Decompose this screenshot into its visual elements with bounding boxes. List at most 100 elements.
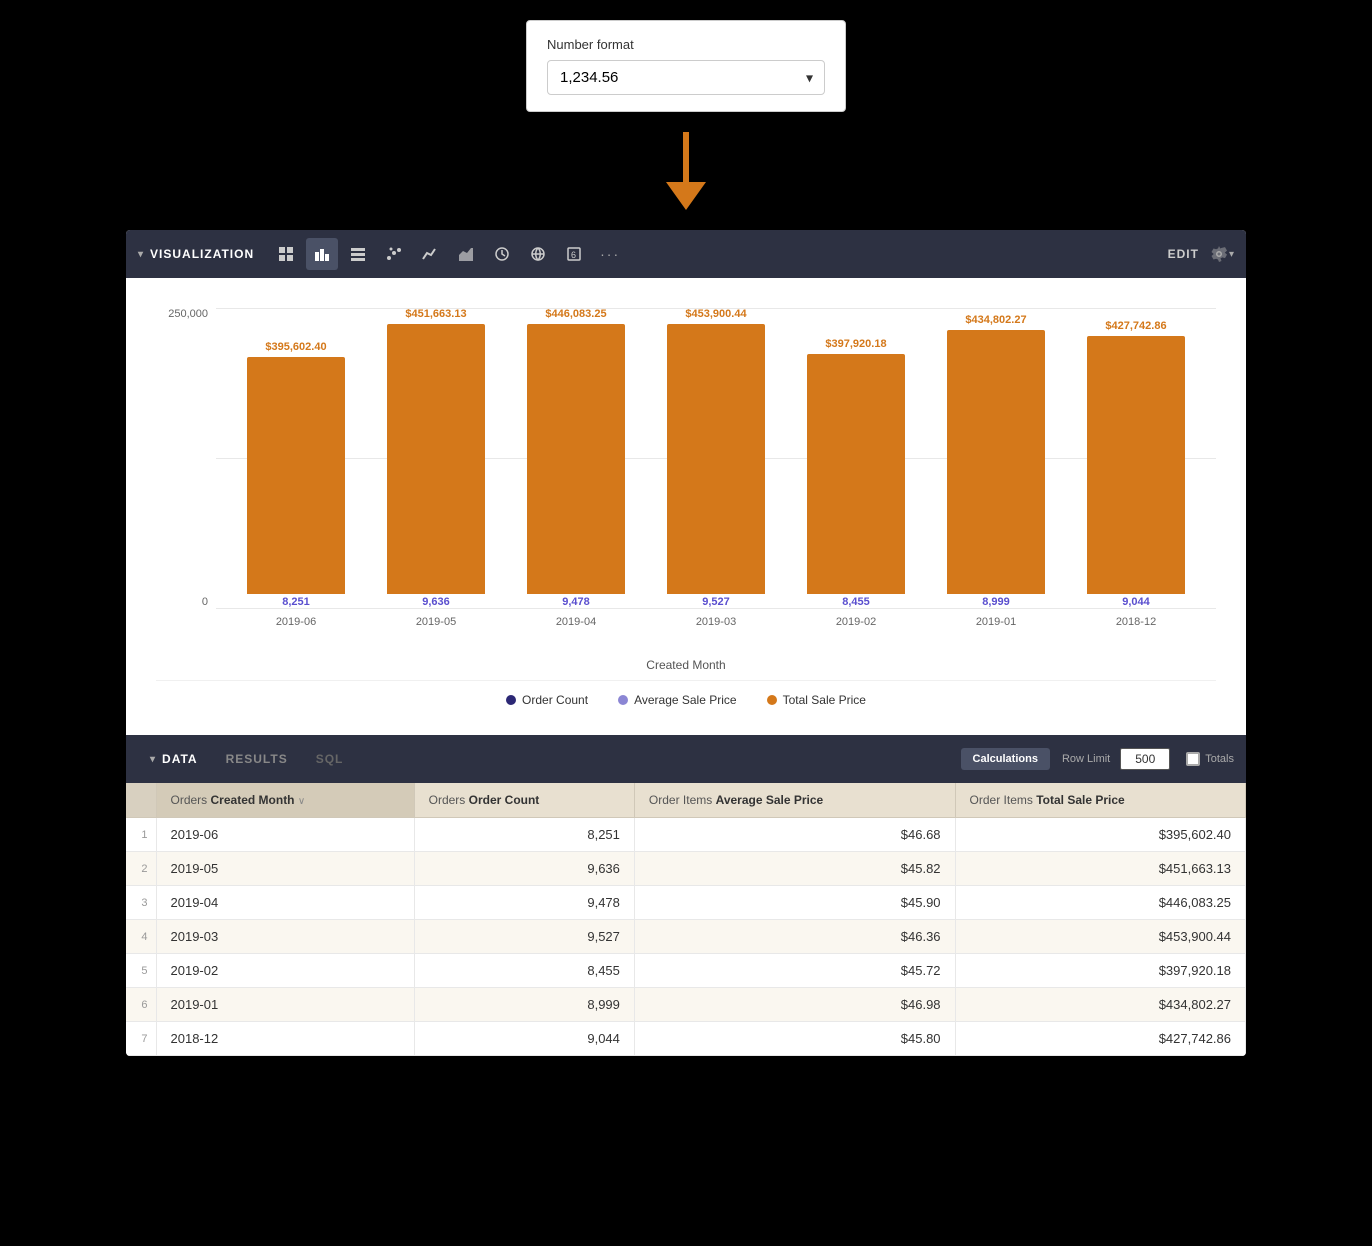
bar-count-label: 9,044 bbox=[1122, 596, 1150, 608]
legend-label-avg-sale: Average Sale Price bbox=[634, 693, 737, 707]
bars-container: $395,602.408,251$451,663.139,636$446,083… bbox=[216, 308, 1216, 608]
bar-value-label: $451,663.13 bbox=[405, 308, 466, 320]
cell-total-price: $395,602.40 bbox=[955, 818, 1245, 852]
settings-button[interactable]: ▾ bbox=[1211, 246, 1234, 262]
scatter-icon-btn[interactable] bbox=[378, 238, 410, 270]
col-header-avg-price[interactable]: Order Items Average Sale Price bbox=[634, 783, 955, 818]
x-label: 2019-03 bbox=[646, 616, 786, 628]
bar-value-label: $446,083.25 bbox=[545, 308, 606, 320]
cell-month: 2019-05 bbox=[156, 852, 414, 886]
edit-button[interactable]: EDIT bbox=[1168, 247, 1199, 261]
bar-rect[interactable] bbox=[947, 330, 1045, 594]
cell-total-price: $451,663.13 bbox=[955, 852, 1245, 886]
table-icon-btn[interactable] bbox=[270, 238, 302, 270]
cell-month: 2018-12 bbox=[156, 1022, 414, 1056]
legend-label-order-count: Order Count bbox=[522, 693, 588, 707]
bar-value-label: $395,602.40 bbox=[265, 341, 326, 353]
sort-icon: ∨ bbox=[298, 796, 305, 807]
visualization-header: ▾ VISUALIZATION 6 ··· bbox=[126, 230, 1246, 278]
area-icon-btn[interactable] bbox=[450, 238, 482, 270]
legend-avg-sale: Average Sale Price bbox=[618, 693, 737, 707]
chevron-down-icon: ▾ bbox=[150, 754, 156, 765]
bar-rect[interactable] bbox=[247, 357, 345, 594]
legend-dot-total-sale bbox=[767, 695, 777, 705]
bar-chart-icon-btn[interactable] bbox=[306, 238, 338, 270]
line-icon-btn[interactable] bbox=[414, 238, 446, 270]
bar-count-label: 8,455 bbox=[842, 596, 870, 608]
data-header: ▾ DATA RESULTS SQL Calculations Row Limi… bbox=[126, 735, 1246, 783]
cell-total-price: $427,742.86 bbox=[955, 1022, 1245, 1056]
col-header-total-price[interactable]: Order Items Total Sale Price bbox=[955, 783, 1245, 818]
col-header-rownum bbox=[126, 783, 156, 818]
bar-rect[interactable] bbox=[667, 324, 765, 594]
x-axis-title: Created Month bbox=[156, 658, 1216, 672]
sql-tab[interactable]: SQL bbox=[304, 746, 356, 772]
bar-group-2019-05: $451,663.139,636 bbox=[366, 308, 506, 608]
cell-count: 8,999 bbox=[414, 988, 634, 1022]
cell-total-price: $434,802.27 bbox=[955, 988, 1245, 1022]
chevron-down-icon: ▾ bbox=[138, 249, 144, 260]
bar-value-label: $397,920.18 bbox=[825, 338, 886, 350]
row-number: 4 bbox=[126, 920, 156, 954]
bar-count-label: 8,251 bbox=[282, 596, 310, 608]
bar-count-label: 9,478 bbox=[562, 596, 590, 608]
bar-group-2019-06: $395,602.40 8,251 bbox=[226, 308, 366, 608]
cell-total-price: $446,083.25 bbox=[955, 886, 1245, 920]
cell-month: 2019-04 bbox=[156, 886, 414, 920]
bar-rect[interactable] bbox=[1087, 336, 1185, 594]
chart-legend: Order Count Average Sale Price Total Sal… bbox=[156, 680, 1216, 715]
number-icon-btn[interactable]: 6 bbox=[558, 238, 590, 270]
map-icon-btn[interactable] bbox=[522, 238, 554, 270]
totals-toggle[interactable]: Totals bbox=[1186, 752, 1234, 766]
cell-month: 2019-02 bbox=[156, 954, 414, 988]
bar-group-2019-04: $446,083.25 9,478 bbox=[506, 308, 646, 608]
cell-avg-price: $45.82 bbox=[634, 852, 955, 886]
bar-rect[interactable] bbox=[387, 324, 485, 594]
number-format-popup: Number format 1,234.56 1234.56 1,234 ▾ bbox=[526, 20, 846, 112]
list-icon-btn[interactable] bbox=[342, 238, 374, 270]
table-row: 52019-028,455$45.72$397,920.18 bbox=[126, 954, 1246, 988]
totals-checkbox[interactable] bbox=[1186, 752, 1200, 766]
calculations-button[interactable]: Calculations bbox=[961, 748, 1050, 770]
clock-icon-btn[interactable] bbox=[486, 238, 518, 270]
chart-area: 250,000 0 $395,602.408,251$451,663.139,6… bbox=[126, 278, 1246, 735]
data-tab[interactable]: ▾ DATA bbox=[138, 746, 210, 772]
bar-count-label: 9,527 bbox=[702, 596, 730, 608]
results-tab[interactable]: RESULTS bbox=[214, 746, 300, 772]
x-label: 2019-06 bbox=[226, 616, 366, 628]
table-row: 62019-018,999$46.98$434,802.27 bbox=[126, 988, 1246, 1022]
y-label-250k: 250,000 bbox=[168, 308, 208, 320]
number-format-select-wrapper[interactable]: 1,234.56 1234.56 1,234 ▾ bbox=[547, 60, 825, 95]
cell-avg-price: $45.80 bbox=[634, 1022, 955, 1056]
cell-count: 8,251 bbox=[414, 818, 634, 852]
bar-group-2019-01: $434,802.278,999 bbox=[926, 308, 1066, 608]
bar-rect[interactable] bbox=[807, 354, 905, 594]
cell-total-price: $453,900.44 bbox=[955, 920, 1245, 954]
bar-count-label: 8,999 bbox=[982, 596, 1010, 608]
cell-avg-price: $45.72 bbox=[634, 954, 955, 988]
row-limit-input[interactable] bbox=[1120, 748, 1170, 770]
cell-total-price: $397,920.18 bbox=[955, 954, 1245, 988]
table-row: 32019-049,478$45.90$446,083.25 bbox=[126, 886, 1246, 920]
row-number: 3 bbox=[126, 886, 156, 920]
x-labels: 2019-062019-052019-042019-032019-022019-… bbox=[216, 608, 1216, 648]
table-row: 12019-068,251$46.68$395,602.40 bbox=[126, 818, 1246, 852]
legend-dot-order-count bbox=[506, 695, 516, 705]
visualization-title: ▾ VISUALIZATION bbox=[138, 247, 254, 261]
table-row: 72018-129,044$45.80$427,742.86 bbox=[126, 1022, 1246, 1056]
more-icon-btn[interactable]: ··· bbox=[594, 238, 626, 270]
col-header-month[interactable]: Orders Created Month ∨ bbox=[156, 783, 414, 818]
bar-rect[interactable] bbox=[527, 324, 625, 594]
number-format-select[interactable]: 1,234.56 1234.56 1,234 bbox=[547, 60, 825, 95]
x-label: 2019-05 bbox=[366, 616, 506, 628]
cell-avg-price: $46.36 bbox=[634, 920, 955, 954]
data-table: Orders Created Month ∨ Orders Order Coun… bbox=[126, 783, 1246, 1056]
x-label: 2018-12 bbox=[1066, 616, 1206, 628]
row-number: 5 bbox=[126, 954, 156, 988]
bar-value-label: $427,742.86 bbox=[1105, 320, 1166, 332]
row-limit-label: Row Limit bbox=[1062, 753, 1110, 765]
table-header-row: Orders Created Month ∨ Orders Order Coun… bbox=[126, 783, 1246, 818]
x-label: 2019-04 bbox=[506, 616, 646, 628]
legend-dot-avg-sale bbox=[618, 695, 628, 705]
col-header-count[interactable]: Orders Order Count bbox=[414, 783, 634, 818]
